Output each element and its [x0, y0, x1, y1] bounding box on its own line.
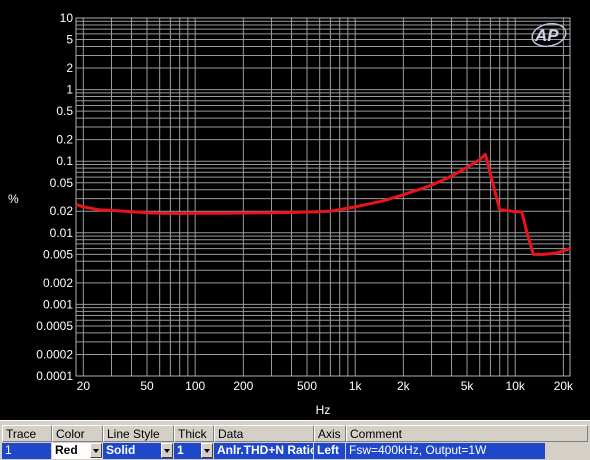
x-tick-label: 2k: [397, 379, 411, 393]
header-axis[interactable]: Axis: [314, 425, 346, 442]
thick-value: 1: [177, 443, 184, 457]
x-tick-label: 50: [140, 379, 154, 393]
x-tick-label: 10k: [506, 379, 526, 393]
axis-cell[interactable]: Left: [314, 443, 346, 459]
y-tick-label: 1: [66, 83, 73, 97]
comment-field[interactable]: Fsw=400kHz, Output=1W: [346, 443, 546, 459]
y-tick-label: 0.005: [43, 247, 73, 261]
data-value: Anlr.THD+N Ratio: [217, 443, 314, 457]
y-tick-label: 0.0002: [36, 347, 73, 361]
y-tick-label: 5: [66, 33, 73, 47]
comment-value: Fsw=400kHz, Output=1W: [349, 443, 487, 457]
x-tick-label: 5k: [461, 379, 475, 393]
thd-n-chart: 10 5 2 1 0.5 0.2 0.1 0.05 0.02 0.01 0.005 0.002 0.00…: [8, 11, 574, 417]
data-cell[interactable]: Anlr.THD+N Ratio: [214, 443, 314, 459]
chevron-down-icon[interactable]: [201, 443, 213, 458]
trace-number-cell[interactable]: 1: [2, 443, 52, 459]
header-data[interactable]: Data: [214, 425, 314, 442]
y-tick-label: 0.02: [50, 204, 74, 218]
x-tick-label: 200: [233, 379, 253, 393]
x-tick-label: 20k: [554, 379, 574, 393]
axis-value: Left: [317, 443, 339, 457]
ap-logo-text: AP: [534, 26, 559, 45]
header-trace[interactable]: Trace: [2, 425, 52, 442]
x-tick-label: 20: [77, 379, 91, 393]
y-tick-label: 2: [66, 61, 73, 75]
thick-select[interactable]: 1: [174, 443, 214, 459]
y-tick-label: 0.2: [56, 133, 73, 147]
y-tick-label: 0.001: [43, 297, 73, 311]
line-style-select[interactable]: Solid: [103, 443, 174, 459]
y-tick-label: 0.0001: [36, 369, 73, 383]
x-tick-label: 1k: [349, 379, 363, 393]
color-select[interactable]: Red: [52, 443, 103, 459]
y-tick-label: 0.0005: [36, 319, 73, 333]
color-value: Red: [55, 443, 78, 457]
header-line-style[interactable]: Line Style: [103, 425, 174, 442]
chevron-down-icon[interactable]: [90, 443, 102, 458]
x-tick-label: 100: [185, 379, 205, 393]
chevron-down-icon[interactable]: [161, 443, 173, 458]
y-tick-label: 0.05: [50, 176, 74, 190]
graph-area: 10 5 2 1 0.5 0.2 0.1 0.05 0.02 0.01 0.005 0.002 0.00…: [0, 0, 590, 420]
y-tick-label: 0.1: [56, 154, 73, 168]
header-comment[interactable]: Comment: [346, 425, 588, 442]
y-tick-label: 0.5: [56, 104, 73, 118]
line-style-value: Solid: [106, 443, 136, 457]
x-tick-label: 500: [297, 379, 317, 393]
y-tick-label: 0.002: [43, 276, 73, 290]
trace-table: Trace Color Line Style Thick Data Axis C…: [0, 420, 590, 460]
y-tick-label: 0.01: [50, 226, 74, 240]
y-axis-label: %: [8, 192, 19, 206]
header-color[interactable]: Color: [52, 425, 103, 442]
header-thick[interactable]: Thick: [174, 425, 214, 442]
y-tick-label: 10: [60, 11, 74, 25]
trace-number: 1: [5, 443, 12, 457]
x-axis-label: Hz: [316, 403, 331, 417]
